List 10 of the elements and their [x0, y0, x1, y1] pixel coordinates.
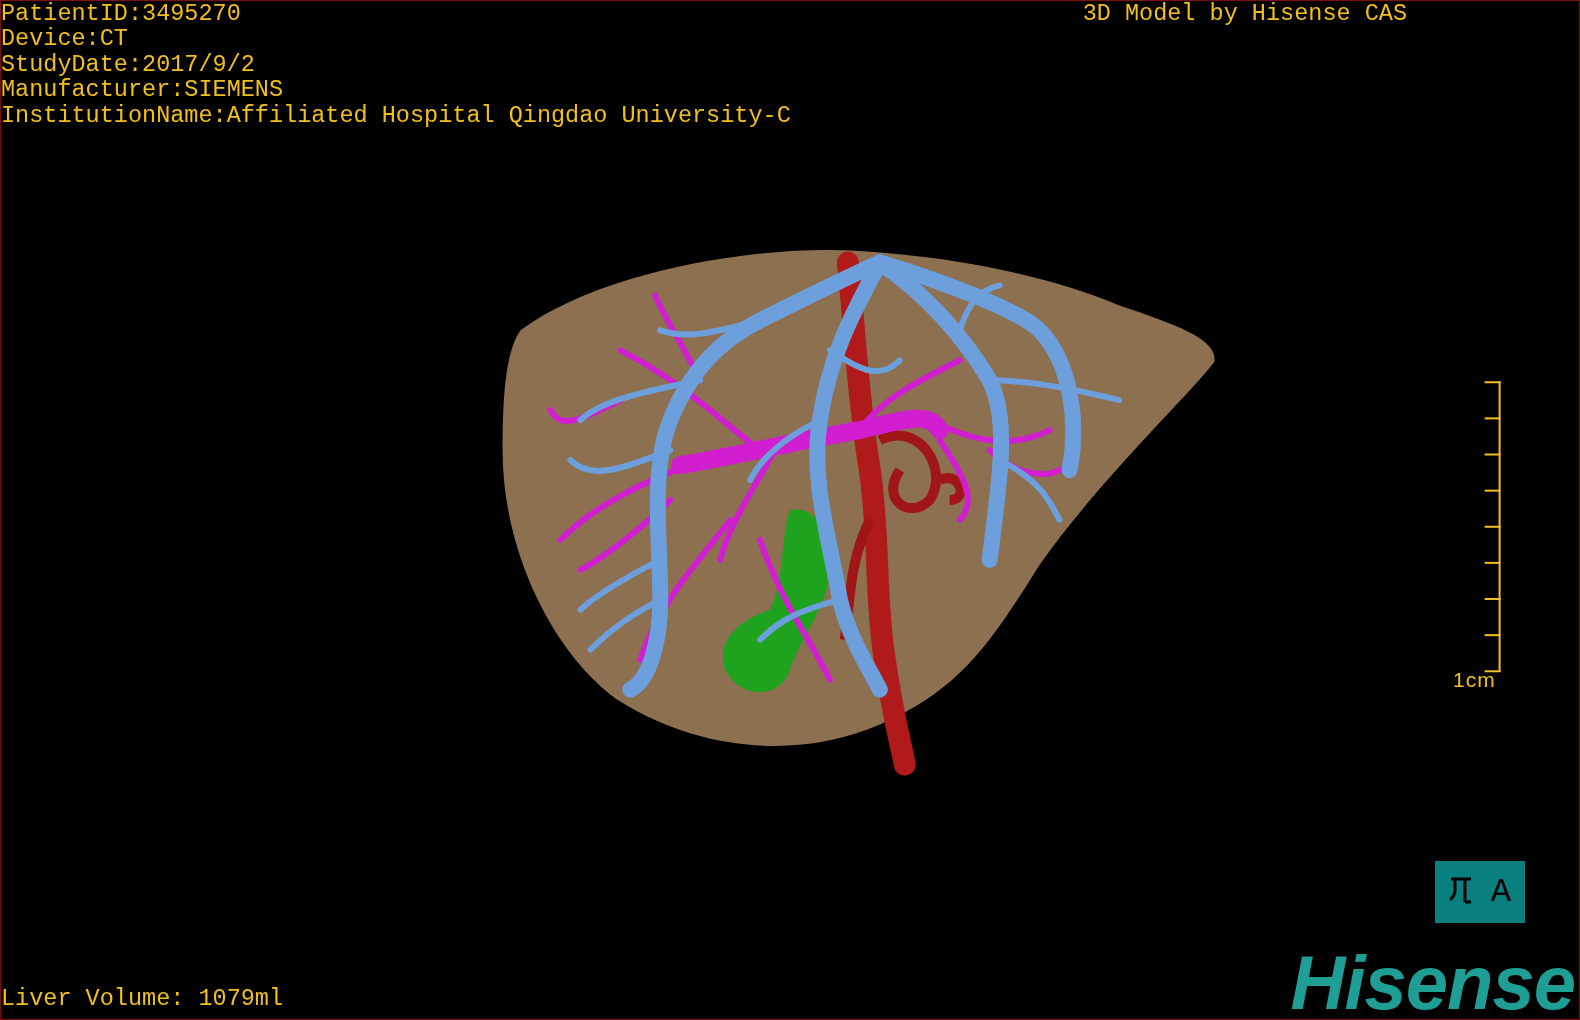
brand-logo: Hisense — [1290, 946, 1575, 1019]
patient-info-line: Manufacturer:SIEMENS — [1, 77, 285, 103]
patient-info-line: InstitutionName:Affiliated Hospital Qingdao University-C — [1, 102, 791, 129]
patient-info-line: Device:CT — [1, 26, 129, 52]
model-title: 3D Model by Hisense CAS — [1082, 1, 1407, 27]
orientation-indicator[interactable]: A — [1435, 860, 1525, 923]
liver-volume-text: Liver Volume: 1079ml — [1, 985, 284, 1011]
patient-info-line: StudyDate:2017/9/2 — [1, 51, 256, 78]
scale-label: 1cm — [1453, 669, 1496, 690]
patient-info-line: PatientID:3495270 — [1, 1, 242, 27]
